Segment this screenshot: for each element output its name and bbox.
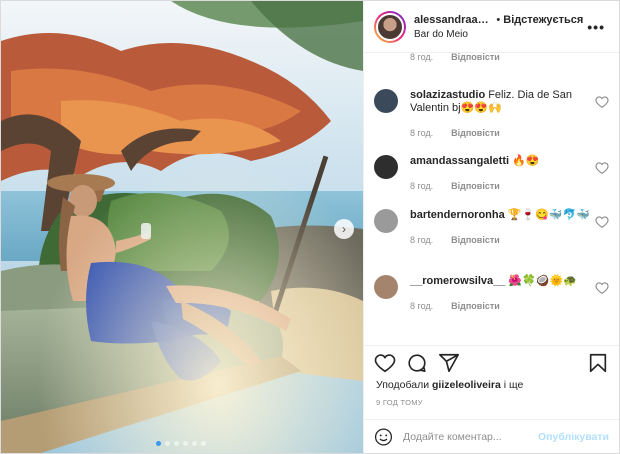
- add-comment-bar: Опублікувати: [364, 419, 619, 453]
- comment-time: 8 год.: [410, 235, 434, 245]
- comment-time: 8 год.: [410, 53, 434, 62]
- heart-icon[interactable]: [374, 352, 396, 374]
- location-link[interactable]: Bar do Meio: [414, 29, 583, 40]
- reply-button[interactable]: Відповісти: [451, 234, 500, 247]
- story-ring[interactable]: [374, 10, 406, 43]
- comment-time: 8 год.: [410, 301, 434, 311]
- comment-avatar[interactable]: [374, 155, 398, 179]
- comment-avatar[interactable]: [374, 275, 398, 299]
- comment-item: solazizastudio Feliz. Dia de San Valentin…: [374, 89, 609, 140]
- comment-text: 🏆🍷😋🐳🐬🐳: [507, 209, 590, 221]
- likes-prefix: Уподобали: [376, 379, 432, 391]
- comment-username[interactable]: amandassangaletti: [410, 155, 509, 167]
- carousel-indicator: [156, 441, 206, 446]
- likes-others[interactable]: і ще: [501, 379, 524, 391]
- carousel-dot: [156, 441, 161, 446]
- emoji-icon[interactable]: [374, 426, 393, 448]
- comment-username[interactable]: bartendernoronha: [410, 209, 505, 221]
- author-username[interactable]: alessandraambros: [414, 14, 493, 26]
- publish-button[interactable]: Опублікувати: [538, 431, 609, 443]
- comment-username[interactable]: __romerowsilva__: [410, 275, 505, 287]
- comment-icon[interactable]: [406, 352, 428, 374]
- reply-button[interactable]: Відповісти: [451, 127, 500, 140]
- comment-like-heart-icon[interactable]: [595, 215, 609, 229]
- comment-avatar-stub: [374, 53, 398, 55]
- instagram-post: › alessandraambros • Відстежується Bar d…: [0, 0, 620, 454]
- carousel-dot: [165, 441, 170, 446]
- comment-like-heart-icon[interactable]: [595, 161, 609, 175]
- likes-user[interactable]: giizeleoliveira: [432, 379, 501, 391]
- more-options-icon[interactable]: •••: [583, 19, 609, 35]
- carousel-dot: [192, 441, 197, 446]
- comment-stub: 8 год. Відповісти: [374, 53, 609, 64]
- post-header: alessandraambros • Відстежується Bar do …: [364, 1, 619, 53]
- comment-item: __romerowsilva__ 🌺🍀🥥🌞🐢 8 год. Відповісти: [374, 275, 609, 313]
- comment-input[interactable]: [402, 430, 538, 443]
- carousel-dot: [183, 441, 188, 446]
- comment-item: bartendernoronha 🏆🍷😋🐳🐬🐳 8 год. Відповісти: [374, 209, 609, 247]
- action-bar: [364, 345, 619, 379]
- bookmark-icon[interactable]: [587, 352, 609, 374]
- photo-illustration: [1, 1, 363, 453]
- reply-button[interactable]: Відповісти: [451, 180, 500, 193]
- separator-dot: •: [496, 13, 501, 26]
- author-info: alessandraambros • Відстежується Bar do …: [414, 14, 583, 40]
- post-timestamp[interactable]: 9 год тому: [376, 398, 423, 407]
- comment-username[interactable]: solazizastudio: [410, 89, 485, 101]
- comment-avatar[interactable]: [374, 209, 398, 233]
- comment-item: amandassangaletti 🔥😍 8 год. Відповісти: [374, 155, 609, 193]
- carousel-dot: [201, 441, 206, 446]
- comments-list: 8 год. Відповісти solazizastudio Feliz. D…: [364, 53, 619, 343]
- comment-like-heart-icon[interactable]: [595, 281, 609, 295]
- avatar-stub-icon: [374, 53, 398, 56]
- chevron-right-icon: ›: [342, 222, 346, 236]
- comment-avatar[interactable]: [374, 89, 398, 113]
- post-photo[interactable]: ›: [1, 1, 363, 453]
- reply-button[interactable]: Відповісти: [451, 53, 500, 64]
- comment-time: 8 год.: [410, 181, 434, 191]
- likes-summary: Уподобали giizeleoliveira і ще: [376, 379, 523, 391]
- avatar[interactable]: [376, 12, 404, 41]
- comment-text: 🌺🍀🥥🌞🐢: [508, 275, 577, 287]
- carousel-next-button[interactable]: ›: [334, 219, 354, 239]
- comment-text: 🔥😍: [512, 155, 540, 167]
- post-side-panel: alessandraambros • Відстежується Bar do …: [363, 1, 619, 453]
- comment-like-heart-icon[interactable]: [595, 95, 609, 109]
- following-button[interactable]: Відстежується: [503, 14, 583, 26]
- comment-time: 8 год.: [410, 128, 434, 138]
- carousel-dot: [174, 441, 179, 446]
- reply-button[interactable]: Відповісти: [451, 300, 500, 313]
- share-icon[interactable]: [438, 352, 460, 374]
